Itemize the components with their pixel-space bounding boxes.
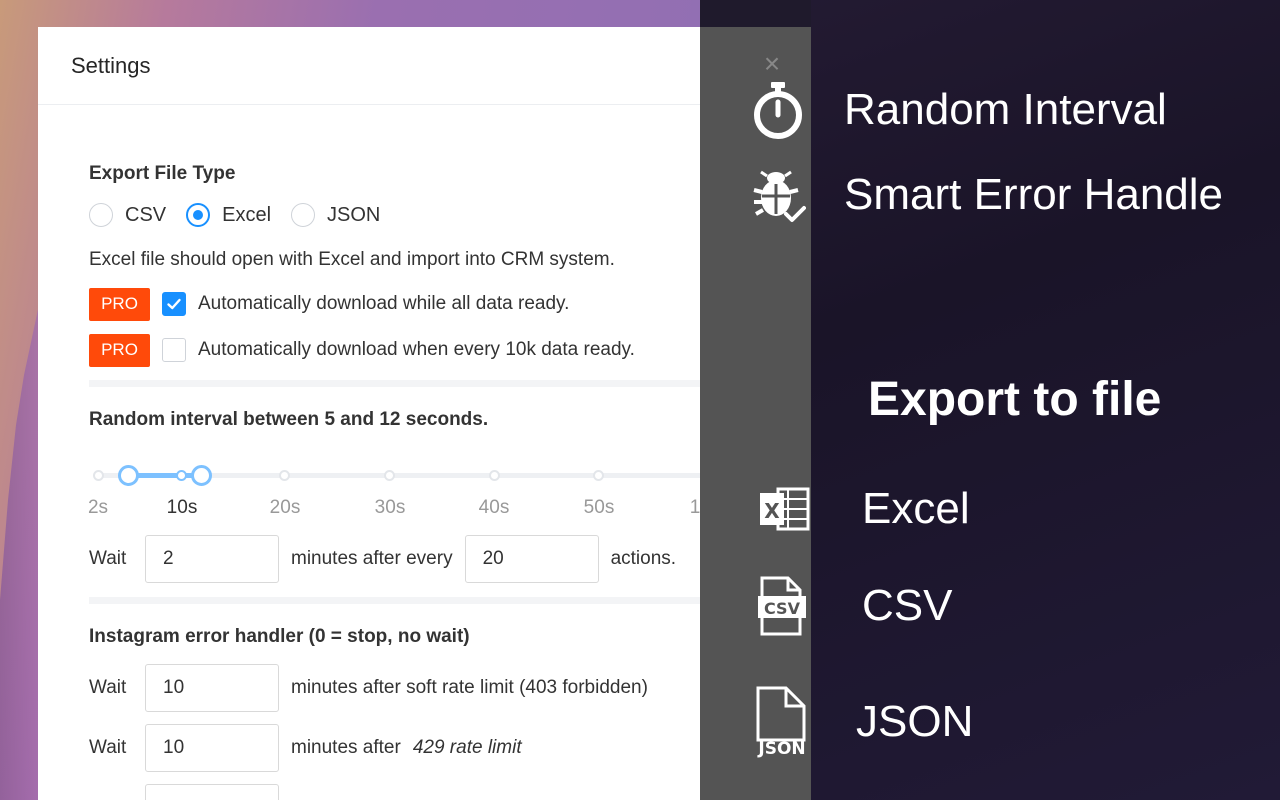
feature-smart-error: Smart Error Handle	[752, 166, 1223, 224]
tick-label: 20s	[269, 497, 301, 518]
slider-tick-labels: 2s 10s 20s 30s 40s 50s 1m	[87, 497, 710, 521]
slider-min-handle[interactable]	[118, 465, 139, 486]
wait-403-input[interactable]	[145, 664, 279, 712]
error-row-403: Wait minutes after soft rate limit (403 …	[89, 664, 710, 712]
error-row-429: Wait minutes after 429 rate limit	[89, 724, 710, 772]
wait-minutes-input[interactable]	[145, 535, 279, 583]
radio-circle-json[interactable]	[291, 203, 316, 227]
export-type-title: Export File Type	[89, 163, 236, 184]
slider-tick-dot	[176, 470, 187, 481]
export-description: Excel file should open with Excel and im…	[89, 249, 615, 270]
format-csv: CSV CSV	[756, 576, 952, 636]
format-label: CSV	[862, 581, 953, 630]
radio-excel[interactable]: Excel	[186, 203, 271, 227]
settings-header: Settings	[38, 27, 710, 105]
feature-random-interval: Random Interval	[752, 80, 1167, 140]
radio-circle-excel[interactable]	[186, 203, 211, 227]
wait-429-input[interactable]	[145, 724, 279, 772]
interval-slider[interactable]	[89, 457, 710, 497]
radio-circle-csv[interactable]	[89, 203, 113, 227]
slider-tick-dot	[489, 470, 500, 481]
svg-text:X: X	[764, 499, 780, 523]
wait-label: Wait	[89, 548, 127, 569]
interval-title: Random interval between 5 and 12 seconds…	[89, 409, 489, 430]
pro-badge: PRO	[89, 333, 150, 367]
format-label: Excel	[862, 484, 970, 533]
settings-title: Settings	[71, 52, 151, 78]
overlay-gray-strip	[700, 27, 811, 800]
auto-download-10k-label: Automatically download when every 10k da…	[198, 339, 635, 360]
excel-file-icon: X	[758, 485, 810, 533]
radio-json[interactable]: JSON	[291, 203, 380, 227]
auto-download-10k-row: PRO Automatically download when every 10…	[89, 333, 710, 367]
tick-label: 50s	[583, 497, 615, 518]
overlay-top-strip	[700, 0, 811, 27]
error-403-text: minutes after soft rate limit (403 forbi…	[291, 677, 648, 698]
error-429-italic: 429 rate limit	[412, 737, 522, 758]
radio-csv[interactable]: CSV	[89, 203, 166, 227]
tick-label: 40s	[478, 497, 510, 518]
wait-partial-input[interactable]	[145, 784, 279, 800]
wait-actions-row: Wait minutes after every actions.	[89, 535, 710, 583]
radio-label-json: JSON	[327, 203, 381, 226]
section-divider	[89, 380, 710, 387]
slider-tick-dot	[279, 470, 290, 481]
error-429-text: minutes after	[291, 737, 401, 758]
check-icon	[167, 298, 181, 310]
slider-tick-dot	[93, 470, 104, 481]
tick-label: 10s	[166, 497, 198, 518]
export-type-radio-group: CSV Excel JSON	[89, 203, 710, 227]
stopwatch-icon	[752, 80, 804, 140]
format-label: JSON	[856, 697, 974, 746]
error-handler-title: Instagram error handler (0 = stop, no wa…	[89, 626, 470, 647]
radio-label-csv: CSV	[125, 203, 167, 226]
slider-tick-dot	[593, 470, 604, 481]
auto-download-all-label: Automatically download while all data re…	[198, 293, 570, 314]
error-row-partial	[89, 784, 710, 800]
pro-badge: PRO	[89, 287, 150, 321]
slider-max-handle[interactable]	[191, 465, 212, 486]
auto-download-all-checkbox[interactable]	[162, 292, 186, 316]
feature-label: Random Interval	[844, 85, 1167, 134]
wait-middle-text: minutes after every	[291, 548, 453, 569]
settings-content: Export File Type CSV Excel JSON Excel fi…	[38, 105, 710, 800]
wait-label: Wait	[89, 737, 127, 758]
section-divider	[89, 597, 710, 604]
export-to-file-title: Export to file	[868, 373, 1162, 426]
auto-download-all-row: PRO Automatically download while all dat…	[89, 287, 710, 321]
feature-label: Smart Error Handle	[844, 170, 1224, 219]
actions-suffix-text: actions.	[610, 548, 677, 569]
format-excel: X Excel	[758, 484, 970, 534]
tick-label: 30s	[374, 497, 406, 518]
svg-text:CSV: CSV	[764, 599, 801, 618]
tick-label: 2s	[87, 497, 109, 518]
svg-text:JSON: JSON	[757, 739, 805, 758]
wait-label: Wait	[89, 677, 127, 698]
radio-label-excel: Excel	[222, 203, 272, 226]
actions-count-input[interactable]	[464, 535, 599, 583]
format-json: JSON JSON	[752, 686, 973, 758]
settings-panel: Settings Export File Type CSV Excel JSON…	[38, 27, 710, 800]
close-icon[interactable]: ×	[758, 50, 786, 80]
csv-file-icon: CSV	[756, 576, 808, 636]
bug-check-icon	[752, 166, 806, 224]
slider-tick-dot	[384, 470, 395, 481]
json-file-icon: JSON	[752, 686, 812, 758]
auto-download-10k-checkbox[interactable]	[162, 338, 186, 362]
